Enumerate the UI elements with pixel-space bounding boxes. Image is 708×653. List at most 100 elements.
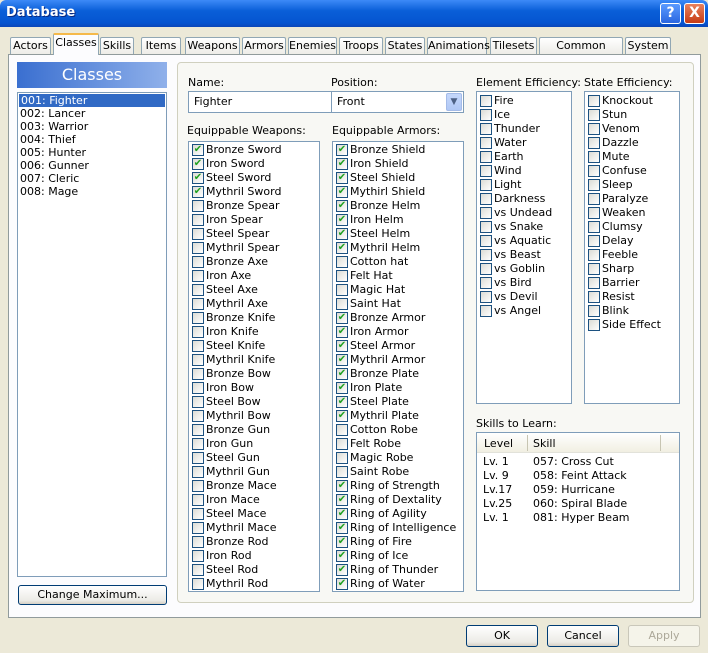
checkbox-unchecked[interactable] <box>588 137 600 149</box>
checklist-item[interactable]: ✔ Mythril Helm <box>333 241 463 255</box>
checkbox-checked[interactable]: ✔ <box>336 214 348 226</box>
checkbox-checked[interactable]: ✔ <box>192 158 204 170</box>
checklist-item[interactable]: Bronze Rod <box>189 535 319 549</box>
checklist-item[interactable]: ✔ Steel Armor <box>333 339 463 353</box>
checkbox-checked[interactable]: ✔ <box>336 480 348 492</box>
checkbox-unchecked[interactable] <box>480 179 492 191</box>
checklist-item[interactable]: Side Effect <box>585 318 679 332</box>
checklist-item[interactable]: ✔ Iron Armor <box>333 325 463 339</box>
checkbox-unchecked[interactable] <box>480 263 492 275</box>
ok-button[interactable]: OK <box>466 625 538 647</box>
checkbox-unchecked[interactable] <box>192 424 204 436</box>
tab-armors[interactable]: Armors <box>242 37 286 55</box>
checkbox-unchecked[interactable] <box>336 270 348 282</box>
checklist-item[interactable]: vs Aquatic <box>477 234 571 248</box>
checkbox-unchecked[interactable] <box>192 550 204 562</box>
checkbox-checked[interactable]: ✔ <box>336 564 348 576</box>
checklist-item[interactable]: ✔ Bronze Armor <box>333 311 463 325</box>
checkbox-unchecked[interactable] <box>336 256 348 268</box>
checkbox-unchecked[interactable] <box>336 452 348 464</box>
checkbox-checked[interactable]: ✔ <box>336 200 348 212</box>
checkbox-unchecked[interactable] <box>588 179 600 191</box>
checkbox-unchecked[interactable] <box>192 522 204 534</box>
checklist-item[interactable]: ✔ Ring of Thunder <box>333 563 463 577</box>
checkbox-checked[interactable]: ✔ <box>192 172 204 184</box>
checkbox-checked[interactable]: ✔ <box>336 312 348 324</box>
checklist-item[interactable]: Iron Axe <box>189 269 319 283</box>
checkbox-checked[interactable]: ✔ <box>336 578 348 590</box>
checkbox-checked[interactable]: ✔ <box>336 326 348 338</box>
checklist-item[interactable]: Thunder <box>477 122 571 136</box>
checklist-item[interactable]: ✔ Ring of Dextality <box>333 493 463 507</box>
checkbox-unchecked[interactable] <box>480 221 492 233</box>
checklist-item[interactable]: Confuse <box>585 164 679 178</box>
checkbox-unchecked[interactable] <box>480 109 492 121</box>
skills-table-row[interactable]: Lv. 9 058: Feint Attack <box>477 469 679 483</box>
checkbox-unchecked[interactable] <box>192 326 204 338</box>
class-list[interactable]: 001: Fighter 002: Lancer 003: Warrior 004: … <box>17 92 167 577</box>
checkbox-checked[interactable]: ✔ <box>336 368 348 380</box>
checkbox-unchecked[interactable] <box>192 312 204 324</box>
checkbox-unchecked[interactable] <box>192 214 204 226</box>
checklist-item[interactable]: Mythril Spear <box>189 241 319 255</box>
checklist-item[interactable]: Water <box>477 136 571 150</box>
checklist-item[interactable]: ✔ Steel Helm <box>333 227 463 241</box>
checklist-item[interactable]: ✔ Mythril Plate <box>333 409 463 423</box>
checklist-item[interactable]: Darkness <box>477 192 571 206</box>
checkbox-unchecked[interactable] <box>192 270 204 282</box>
checklist-item[interactable]: ✔ Bronze Shield <box>333 143 463 157</box>
checklist-item[interactable]: ✔ Steel Shield <box>333 171 463 185</box>
checklist-item[interactable]: Clumsy <box>585 220 679 234</box>
checkbox-checked[interactable]: ✔ <box>336 144 348 156</box>
checkbox-unchecked[interactable] <box>192 466 204 478</box>
checklist-item[interactable]: Bronze Axe <box>189 255 319 269</box>
cancel-button[interactable]: Cancel <box>547 625 619 647</box>
checklist-item[interactable]: vs Goblin <box>477 262 571 276</box>
class-list-item[interactable]: 002: Lancer <box>18 107 166 120</box>
checklist-item[interactable]: ✔ Steel Sword <box>189 171 319 185</box>
checklist-item[interactable]: ✔ Iron Sword <box>189 157 319 171</box>
close-button[interactable]: X <box>684 3 705 24</box>
checkbox-unchecked[interactable] <box>192 494 204 506</box>
class-list-item[interactable]: 005: Hunter <box>18 146 166 159</box>
tab-system[interactable]: System <box>625 37 671 55</box>
checklist-item[interactable]: Stun <box>585 108 679 122</box>
tab-enemies[interactable]: Enemies <box>288 37 337 55</box>
checklist-item[interactable]: ✔ Iron Shield <box>333 157 463 171</box>
checklist-item[interactable]: Cotton Robe <box>333 423 463 437</box>
checklist-item[interactable]: Weaken <box>585 206 679 220</box>
checkbox-unchecked[interactable] <box>192 410 204 422</box>
class-list-item[interactable]: 008: Mage <box>18 185 166 198</box>
checkbox-unchecked[interactable] <box>588 109 600 121</box>
class-list-item[interactable]: 003: Warrior <box>18 120 166 133</box>
checkbox-unchecked[interactable] <box>192 228 204 240</box>
checklist-item[interactable]: Mythril Rod <box>189 577 319 591</box>
checkbox-unchecked[interactable] <box>588 277 600 289</box>
checklist-item[interactable]: Bronze Spear <box>189 199 319 213</box>
checklist-item[interactable]: Bronze Knife <box>189 311 319 325</box>
apply-button[interactable]: Apply <box>628 625 700 647</box>
checklist-item[interactable]: Magic Robe <box>333 451 463 465</box>
checkbox-unchecked[interactable] <box>336 438 348 450</box>
checklist-item[interactable]: Steel Knife <box>189 339 319 353</box>
checkbox-unchecked[interactable] <box>480 291 492 303</box>
checklist-item[interactable]: Felt Robe <box>333 437 463 451</box>
checklist-item[interactable]: Sleep <box>585 178 679 192</box>
skills-table-row[interactable]: Lv. 1 057: Cross Cut <box>477 455 679 469</box>
checkbox-unchecked[interactable] <box>192 340 204 352</box>
checklist-item[interactable]: Cotton hat <box>333 255 463 269</box>
checkbox-checked[interactable]: ✔ <box>336 550 348 562</box>
checklist-item[interactable]: vs Snake <box>477 220 571 234</box>
checklist-item[interactable]: Dazzle <box>585 136 679 150</box>
checklist-item[interactable]: Iron Mace <box>189 493 319 507</box>
checklist-item[interactable]: Saint Robe <box>333 465 463 479</box>
tab-tilesets[interactable]: Tilesets <box>490 37 537 55</box>
checkbox-checked[interactable]: ✔ <box>336 172 348 184</box>
checkbox-checked[interactable]: ✔ <box>192 144 204 156</box>
checklist-item[interactable]: vs Devil <box>477 290 571 304</box>
class-list-item[interactable]: 001: Fighter <box>19 94 165 107</box>
checkbox-unchecked[interactable] <box>192 578 204 590</box>
checklist-item[interactable]: vs Beast <box>477 248 571 262</box>
checkbox-unchecked[interactable] <box>480 249 492 261</box>
checkbox-unchecked[interactable] <box>192 284 204 296</box>
